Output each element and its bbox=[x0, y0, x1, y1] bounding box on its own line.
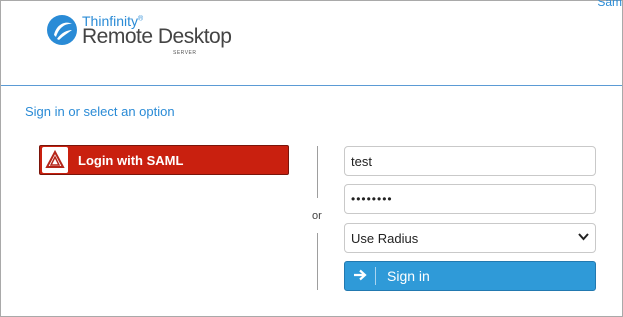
logo-product-text: Remote Desktop bbox=[82, 25, 232, 48]
saml-logo-icon bbox=[42, 147, 68, 173]
or-separator-label: or bbox=[312, 210, 322, 222]
auth-method-select[interactable]: Use Radius bbox=[344, 223, 596, 253]
logo-edition-text: SERVER bbox=[173, 50, 197, 56]
thinfinity-logo: Thinfinity® Remote Desktop SERVER bbox=[45, 11, 232, 57]
thinfinity-logo-mark-icon bbox=[47, 15, 77, 45]
header: Sam Thinfinity® Remote Desktop SERVER bbox=[1, 0, 622, 86]
divider-bottom bbox=[317, 233, 318, 290]
divider-top bbox=[317, 146, 318, 198]
password-input[interactable] bbox=[344, 184, 596, 214]
sign-in-button[interactable]: Sign in bbox=[344, 261, 596, 291]
chevron-down-icon bbox=[578, 232, 589, 244]
sign-in-button-label: Sign in bbox=[387, 268, 430, 284]
username-input[interactable] bbox=[344, 146, 596, 176]
arrow-right-icon bbox=[345, 268, 375, 284]
page-heading: Sign in or select an option bbox=[25, 104, 175, 119]
saml-button-label: Login with SAML bbox=[78, 152, 184, 168]
login-with-saml-button[interactable]: Login with SAML bbox=[39, 145, 289, 175]
auth-method-selected-value: Use Radius bbox=[351, 230, 419, 246]
sign-in-separator bbox=[375, 267, 376, 285]
corner-link[interactable]: Sam bbox=[597, 0, 622, 9]
